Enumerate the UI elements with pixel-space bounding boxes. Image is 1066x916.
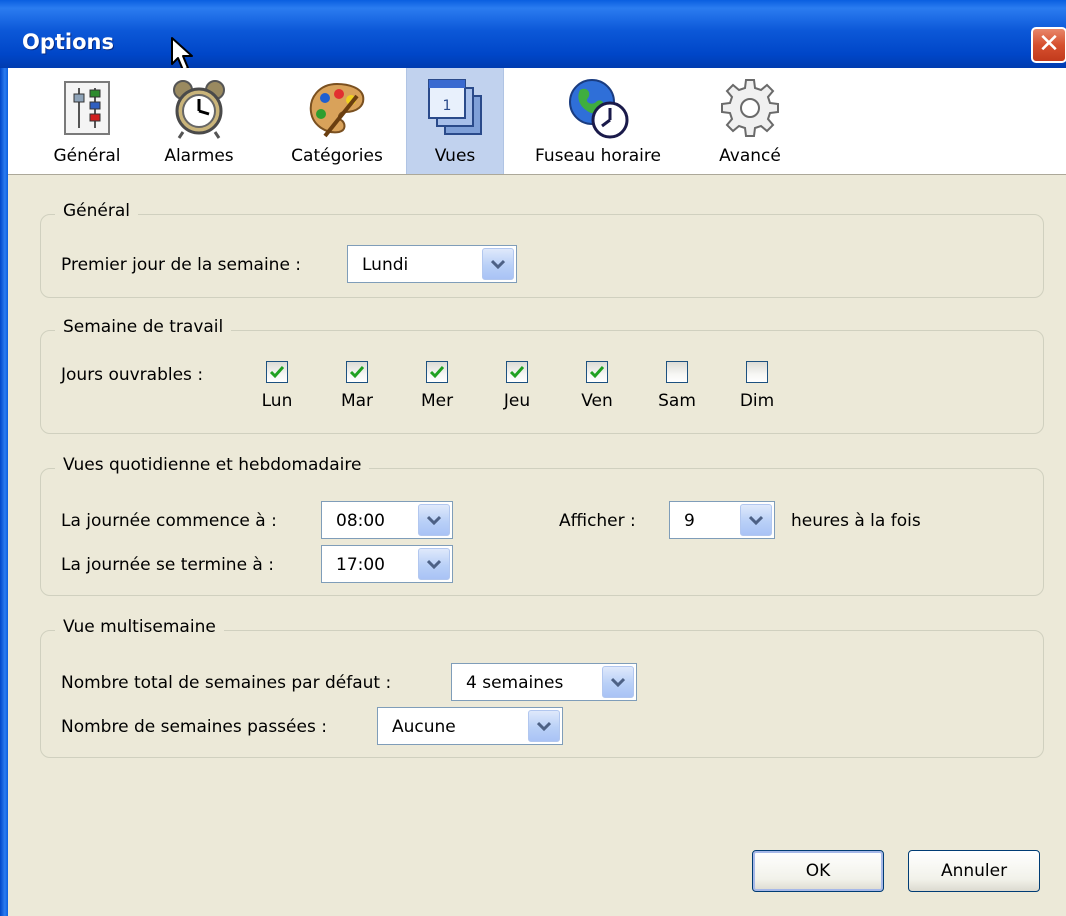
tab-general[interactable]: Général [38,68,136,174]
tab-label: Vues [434,146,476,166]
tab-label: Fuseau horaire [535,146,661,166]
weekday-label: Mar [340,391,374,411]
group-legend: Semaine de travail [55,317,232,337]
checkbox-box[interactable] [266,361,288,383]
weekday-label: Dim [739,391,775,411]
weekday-label: Lun [261,391,293,411]
dropdown-arrow[interactable] [418,504,450,536]
tab-label: Alarmes [164,146,234,166]
group-legend: Général [55,201,138,221]
multiweek-group: Vue multisemaine Nombre total de semaine… [40,617,1044,758]
weekday-label: Mer [420,391,454,411]
dropdown-arrow[interactable] [602,666,634,698]
close-button[interactable]: ✕ [1031,27,1066,63]
workdays-label: Jours ouvrables : [61,365,204,385]
weekday-checkbox-6[interactable]: Dim [737,361,777,411]
weekday-checkbox-5[interactable]: Sam [657,361,697,411]
first-day-select[interactable]: Lundi [347,245,517,283]
gear-icon [721,79,779,137]
options-dialog: Options ✕ Général Alarmes Catégories 1 V… [0,0,1066,916]
first-day-label: Premier jour de la semaine : [61,255,302,275]
checkbox-box[interactable] [346,361,368,383]
past-weeks-label: Nombre de semaines passées : [61,717,327,737]
weekday-checkbox-4[interactable]: Ven [577,361,617,411]
select-value: 4 semaines [466,673,564,693]
tab-label: Catégories [291,146,383,166]
select-value: 17:00 [336,555,385,575]
calendar-views-icon: 1 [428,79,482,135]
day-end-select[interactable]: 17:00 [321,545,453,583]
day-end-label: La journée se termine à : [61,555,274,575]
select-value: Lundi [362,255,409,275]
checkmark-icon [269,366,285,379]
dropdown-arrow[interactable] [482,248,514,280]
total-weeks-label: Nombre total de semaines par défaut : [61,673,392,693]
checkbox-box[interactable] [666,361,688,383]
dropdown-arrow[interactable] [740,504,772,536]
svg-text:1: 1 [443,98,452,114]
chevron-down-icon [537,721,551,731]
weekday-checkbox-0[interactable]: Lun [257,361,297,411]
weekday-label: Jeu [503,391,531,411]
day-start-select[interactable]: 08:00 [321,501,453,539]
sliders-icon [64,81,110,135]
weekday-checkbox-2[interactable]: Mer [417,361,457,411]
dayweek-group: Vues quotidienne et hebdomadaire La jour… [40,455,1044,596]
tab-alarms[interactable]: Alarmes [152,68,246,174]
window-title: Options [22,30,114,54]
checkmark-icon [429,366,445,379]
checkmark-icon [349,366,365,379]
cancel-button[interactable]: Annuler [908,850,1040,892]
checkbox-box[interactable] [586,361,608,383]
group-legend: Vue multisemaine [55,617,224,637]
select-value: 9 [684,511,695,531]
checkbox-box[interactable] [506,361,528,383]
tab-toolbar: Général Alarmes Catégories 1 Vues Fuseau… [8,68,1066,175]
chevron-down-icon [427,559,441,569]
general-group: Général Premier jour de la semaine : Lun… [40,201,1044,298]
checkmark-icon [509,366,525,379]
tab-advanced[interactable]: Avancé [698,68,802,174]
checkbox-box[interactable] [746,361,768,383]
palette-icon [309,82,365,138]
checkmark-icon [589,366,605,379]
dropdown-arrow[interactable] [528,710,560,742]
weekday-label: Sam [658,391,696,411]
tab-label: Avancé [719,146,781,166]
tab-views[interactable]: 1 Vues [406,68,504,174]
dropdown-arrow[interactable] [418,548,450,580]
weekday-label: Ven [581,391,613,411]
total-weeks-select[interactable]: 4 semaines [451,663,637,701]
chevron-down-icon [611,677,625,687]
select-value: Aucune [392,717,456,737]
tab-timezone[interactable]: Fuseau horaire [520,68,676,174]
checkbox-box[interactable] [426,361,448,383]
alarm-clock-icon [173,80,225,139]
globe-clock-icon [569,79,629,139]
tab-categories[interactable]: Catégories [274,68,400,174]
tab-label: Général [53,146,121,166]
chevron-down-icon [427,515,441,525]
weekday-checkbox-3[interactable]: Jeu [497,361,537,411]
chevron-down-icon [491,259,505,269]
chevron-down-icon [749,515,763,525]
title-bar[interactable]: Options ✕ [0,0,1066,71]
ok-button[interactable]: OK [752,850,884,892]
close-icon: ✕ [1038,29,1060,59]
weekday-checkbox-1[interactable]: Mar [337,361,377,411]
day-start-label: La journée commence à : [61,511,277,531]
workweek-group: Semaine de travail Jours ouvrables : Lun… [40,317,1044,434]
past-weeks-select[interactable]: Aucune [377,707,563,745]
window-left-border [0,68,8,916]
show-hours-label: Afficher : [559,511,636,531]
group-legend: Vues quotidienne et hebdomadaire [55,455,370,475]
show-hours-suffix: heures à la fois [791,511,921,531]
show-hours-select[interactable]: 9 [669,501,775,539]
select-value: 08:00 [336,511,385,531]
